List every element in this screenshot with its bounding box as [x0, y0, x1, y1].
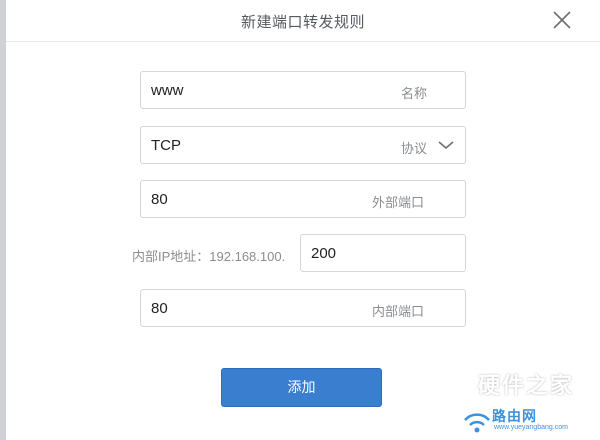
cube-logo-icon: [439, 368, 471, 402]
dialog-header: 新建端口转发规则: [6, 0, 600, 42]
protocol-select[interactable]: TCP 协议: [140, 126, 466, 164]
port-forward-dialog: 新建端口转发规则 www 名称 TCP 协议 80 外部端口 内部IP地址：19…: [6, 0, 600, 440]
close-icon: [553, 11, 571, 29]
close-button[interactable]: [550, 8, 574, 32]
external-port-field[interactable]: 80 外部端口: [140, 180, 466, 218]
name-value: www: [151, 82, 184, 99]
protocol-value: TCP: [151, 137, 181, 154]
internal-port-field[interactable]: 80 内部端口: [140, 289, 466, 327]
dialog-title: 新建端口转发规则: [240, 14, 365, 31]
watermark: 硬件之家 YING JIAN ZHI JIA.COM 路由网 www.yueya…: [432, 362, 600, 438]
watermark-site2-url: www.yueyangbang.com: [494, 424, 568, 431]
watermark-site2-name: 路由网: [492, 408, 537, 424]
external-port-label: 外部端口: [372, 195, 425, 210]
add-button[interactable]: 添加: [221, 368, 382, 407]
protocol-label: 协议: [401, 141, 428, 156]
internal-port-label: 内部端口: [372, 304, 425, 319]
internal-port-value: 80: [151, 300, 168, 317]
name-label: 名称: [401, 86, 428, 101]
internal-ip-suffix-field[interactable]: 200: [300, 234, 466, 272]
internal-ip-suffix-value: 200: [311, 245, 337, 262]
internal-ip-prefix: 内部IP地址：192.168.100.: [132, 249, 286, 264]
external-port-value: 80: [151, 191, 168, 208]
watermark-site1-url: YING JIAN ZHI JIA.COM: [482, 396, 570, 402]
wifi-icon: [464, 413, 490, 433]
chevron-down-icon: [438, 141, 454, 150]
name-field[interactable]: www 名称: [140, 71, 466, 109]
